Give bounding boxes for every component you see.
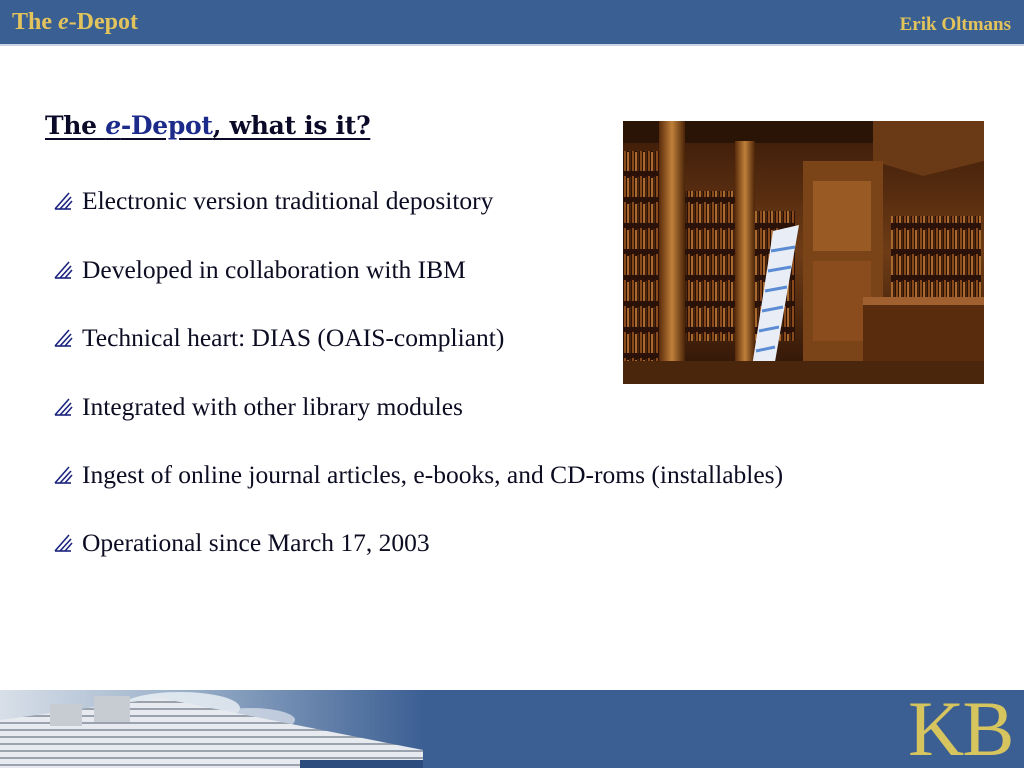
bullet-item: Electronic version traditional depositor…: [52, 184, 493, 218]
bullet-icon: [52, 464, 74, 486]
bullet-item: Developed in collaboration with IBM: [52, 253, 466, 287]
bullet-icon: [52, 327, 74, 349]
bullet-icon: [52, 532, 74, 554]
bullet-icon: [52, 259, 74, 281]
kb-logo: KB: [908, 685, 1014, 772]
building-photo: [0, 690, 423, 768]
bullet-item: Operational since March 17, 2003: [52, 526, 430, 560]
library-photo: [623, 121, 984, 384]
bullet-icon: [52, 190, 74, 212]
bullet-item: Ingest of online journal articles, e-boo…: [52, 458, 783, 492]
bullet-item: Technical heart: DIAS (OAIS-compliant): [52, 321, 504, 355]
bullet-item: Integrated with other library modules: [52, 390, 463, 424]
bullet-icon: [52, 396, 74, 418]
